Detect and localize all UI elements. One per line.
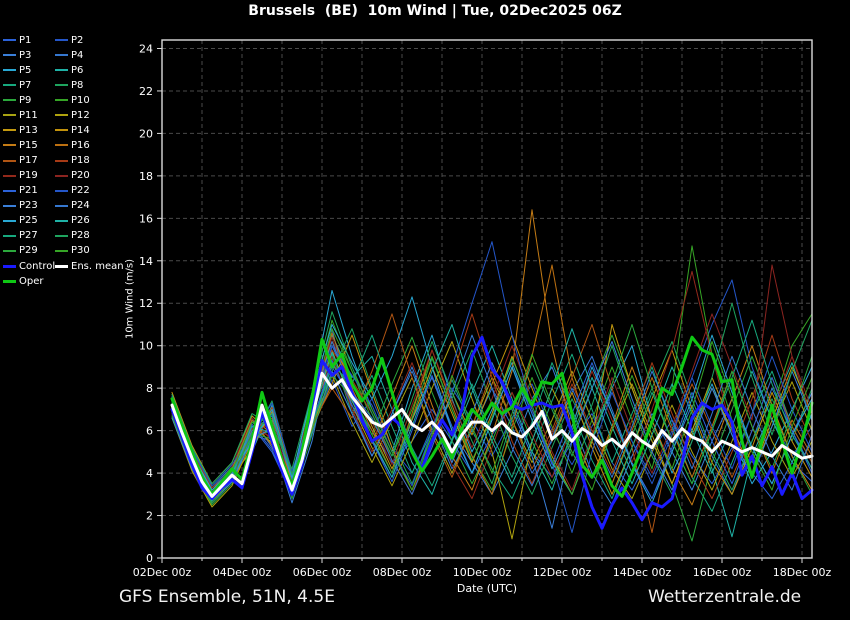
x-tick-label: 18Dec 00z [773, 566, 832, 579]
x-tick-label: 02Dec 00z [133, 566, 192, 579]
y-tick-label: 22 [139, 85, 153, 98]
model-info-text: GFS Ensemble, 51N, 4.5E [119, 587, 335, 607]
x-tick-label: 12Dec 00z [533, 566, 592, 579]
y-tick-label: 0 [146, 552, 153, 565]
x-tick-label: 06Dec 00z [293, 566, 352, 579]
site-credit-text: Wetterzentrale.de [648, 587, 802, 607]
ensemble-meteogram-page: Brussels (BE) 10m Wind | Tue, 02Dec2025 … [0, 0, 850, 620]
x-tick-label: 10Dec 00z [453, 566, 512, 579]
y-tick-label: 2 [146, 510, 153, 523]
series-p15 [171, 209, 813, 506]
y-tick-label: 20 [139, 127, 153, 140]
y-axis-label: 10m Wind (m/s) [124, 258, 136, 340]
y-tick-label: 10 [139, 340, 153, 353]
x-tick-label: 14Dec 00z [613, 566, 672, 579]
series-p5 [171, 290, 813, 497]
x-tick-label: 16Dec 00z [693, 566, 752, 579]
y-tick-label: 12 [139, 297, 153, 310]
y-tick-label: 4 [146, 467, 153, 480]
y-tick-label: 24 [139, 42, 153, 55]
x-tick-label: 08Dec 00z [373, 566, 432, 579]
y-tick-label: 14 [139, 255, 153, 268]
y-tick-label: 8 [146, 382, 153, 395]
plot-frame [161, 39, 813, 559]
y-tick-label: 18 [139, 170, 153, 183]
x-axis-label: Date (UTC) [456, 582, 518, 595]
y-tick-label: 16 [139, 212, 153, 225]
series-lines [170, 209, 814, 542]
y-tick-label: 6 [146, 425, 153, 438]
x-tick-label: 04Dec 00z [213, 566, 272, 579]
grid [162, 40, 812, 558]
